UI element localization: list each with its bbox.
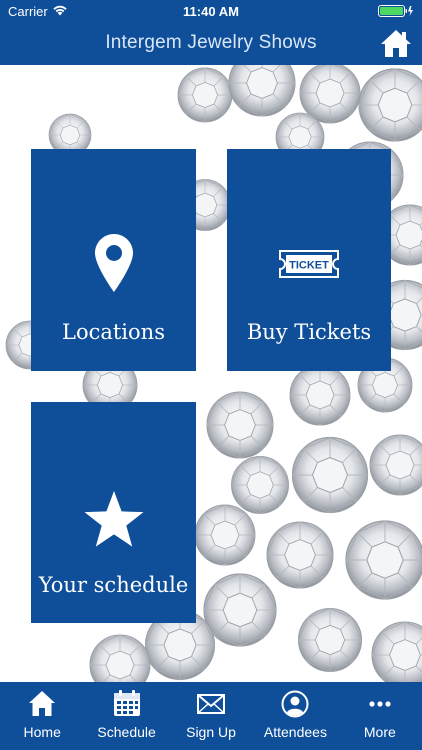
main-content: Locations TICKET Buy Tickets Your schedu…	[0, 65, 422, 682]
status-time: 11:40 AM	[183, 4, 239, 19]
tab-more-label: More	[363, 724, 396, 740]
tab-sign-up-label: Sign Up	[186, 724, 236, 740]
page-title: Intergem Jewelry Shows	[105, 32, 317, 53]
more-icon	[369, 701, 391, 707]
tab-attendees-label: Attendees	[263, 724, 327, 740]
map-pin-icon	[94, 234, 133, 292]
buy-tickets-tile[interactable]: TICKET Buy Tickets	[227, 149, 391, 371]
your-schedule-tile[interactable]: Your schedule	[31, 402, 196, 623]
ticket-icon: TICKET	[279, 250, 339, 278]
your-schedule-label: Your schedule	[38, 573, 189, 597]
status-bar: Carrier 11:40 AM	[0, 0, 422, 22]
ticket-icon-text: TICKET	[289, 260, 329, 272]
top-bar: Carrier 11:40 AM Intergem Jewelry Shows	[0, 0, 422, 65]
envelope-icon	[197, 694, 226, 714]
calendar-icon	[113, 690, 140, 716]
home-icon[interactable]	[380, 28, 412, 58]
tab-home[interactable]: Home	[0, 682, 84, 750]
person-icon	[281, 690, 309, 718]
tab-more[interactable]: More	[338, 682, 422, 750]
tab-schedule-label: Schedule	[97, 724, 156, 740]
home-icon	[29, 691, 56, 716]
tab-home-label: Home	[23, 724, 61, 740]
tab-attendees[interactable]: Attendees	[253, 682, 337, 750]
battery-icon	[378, 5, 413, 17]
tab-bar: Home Schedule Sign Up Attendees More	[0, 682, 422, 750]
locations-tile[interactable]: Locations	[31, 149, 196, 371]
buy-tickets-label: Buy Tickets	[246, 320, 372, 344]
star-icon	[84, 491, 143, 547]
locations-label: Locations	[62, 320, 165, 344]
tab-sign-up[interactable]: Sign Up	[169, 682, 253, 750]
tab-schedule[interactable]: Schedule	[84, 682, 168, 750]
